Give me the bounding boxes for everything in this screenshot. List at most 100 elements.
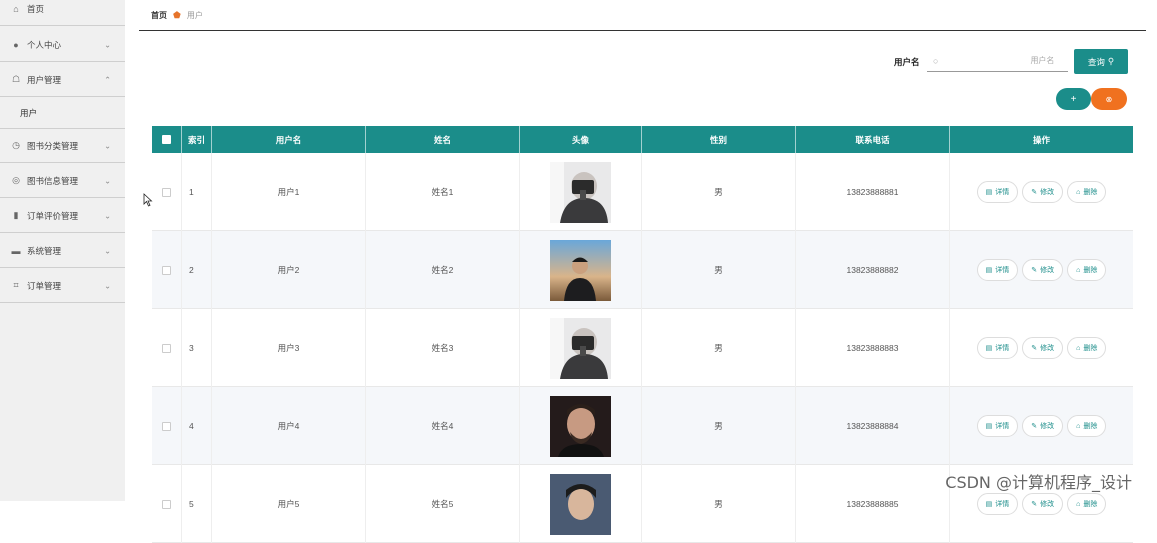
clock-icon: ◷ (12, 140, 20, 150)
search-label: 用户名 (894, 57, 920, 67)
cell-avatar (520, 387, 642, 465)
cell-name: 姓名5 (366, 465, 520, 543)
header-select-all[interactable] (152, 126, 182, 153)
table-row[interactable]: 2 用户2 姓名2 男 13823888882 ▤ 详情 ✎ 修改 ⌂ 删除 (152, 231, 1133, 309)
edit-button[interactable]: ✎ 修改 (1022, 337, 1064, 359)
edit-icon: ✎ (1031, 345, 1038, 352)
detail-button[interactable]: ▤ 详情 (976, 415, 1019, 437)
user-icon: ● (13, 39, 19, 50)
edit-button[interactable]: ✎ 修改 (1022, 181, 1064, 203)
header-name: 姓名 (366, 126, 520, 153)
cell-username: 用户1 (212, 153, 366, 231)
home-icon: ⌂ (13, 3, 19, 14)
delete-icon: ⊗ (1105, 94, 1113, 104)
table-row[interactable]: 4 用户4 姓名4 男 13823888884 ▤ 详情 ✎ 修改 ⌂ 删除 (152, 387, 1133, 465)
sidebar-item-order-review[interactable]: ▮ 订单评价管理 ⌄ (0, 199, 125, 233)
cell-gender: 男 (642, 153, 796, 231)
document-icon: ▤ (985, 189, 993, 196)
breadcrumb-separator-icon: ⬟ (173, 10, 181, 20)
chevron-down-icon: ⌄ (104, 141, 111, 150)
breadcrumb-home[interactable]: 首页 (151, 10, 167, 21)
sidebar-item-home[interactable]: ⌂ 首页 (0, 0, 125, 26)
edit-button[interactable]: ✎ 修改 (1022, 493, 1064, 515)
crop-icon: ⌗ (13, 280, 19, 290)
search-icon: ○ (933, 55, 939, 66)
table-row[interactable]: 1 用户1 姓名1 男 13823888881 ▤ 详情 ✎ 修改 ⌂ 删除 (152, 153, 1133, 231)
cell-index: 5 (182, 465, 212, 543)
edit-button[interactable]: ✎ 修改 (1022, 259, 1064, 281)
row-checkbox[interactable] (162, 343, 171, 353)
breadcrumb-current: 用户 (186, 11, 203, 20)
sidebar-item-label: 系统管理 (27, 245, 62, 256)
sidebar-item-system[interactable]: ▬ 系统管理 ⌄ (0, 234, 125, 268)
cell-phone: 13823888882 (796, 231, 950, 309)
sidebar-item-user-management[interactable]: ☖ 用户管理 ⌃ (0, 63, 125, 97)
batch-delete-button[interactable]: ⊗ (1091, 88, 1127, 110)
cell-name: 姓名2 (366, 231, 520, 309)
row-checkbox[interactable] (162, 187, 171, 197)
add-button[interactable]: + (1056, 88, 1091, 110)
table-header: 索引 用户名 姓名 头像 性别 联系电话 操作 (152, 126, 1133, 153)
sidebar-item-book-category[interactable]: ◷ 图书分类管理 ⌄ (0, 129, 125, 163)
select-all-checkbox[interactable] (162, 135, 171, 144)
delete-button[interactable]: ⌂ 删除 (1067, 493, 1107, 515)
avatar (550, 161, 611, 223)
cell-name: 姓名3 (366, 309, 520, 387)
header-gender: 性别 (642, 126, 796, 153)
document-icon: ▤ (985, 345, 993, 352)
sidebar-item-label: 订单评价管理 (27, 210, 79, 221)
search-button[interactable]: 查询 ⚲ (1074, 49, 1128, 74)
cell-name: 姓名4 (366, 387, 520, 465)
cell-gender: 男 (642, 309, 796, 387)
trash-icon: ⌂ (1076, 344, 1081, 352)
trash-icon: ⌂ (1076, 188, 1081, 196)
detail-button[interactable]: ▤ 详情 (976, 181, 1019, 203)
row-select-cell (152, 387, 182, 465)
detail-button[interactable]: ▤ 详情 (976, 259, 1019, 281)
edit-button[interactable]: ✎ 修改 (1022, 415, 1064, 437)
delete-button[interactable]: ⌂ 删除 (1067, 415, 1107, 437)
cell-gender: 男 (642, 387, 796, 465)
document-icon: ▤ (985, 267, 993, 274)
cell-gender: 男 (642, 231, 796, 309)
sidebar-item-book-info[interactable]: ◎ 图书信息管理 ⌄ (0, 164, 125, 198)
row-select-cell (152, 153, 182, 231)
trash-icon: ⌂ (1076, 422, 1081, 430)
cell-username: 用户4 (212, 387, 366, 465)
row-checkbox[interactable] (162, 265, 171, 275)
cell-name: 姓名1 (366, 153, 520, 231)
cell-index: 4 (182, 387, 212, 465)
detail-button-label: 详情 (995, 345, 1010, 352)
delete-button[interactable]: ⌂ 删除 (1067, 259, 1107, 281)
search-input[interactable] (944, 56, 1055, 65)
detail-button[interactable]: ▤ 详情 (976, 337, 1019, 359)
table-row[interactable]: 3 用户3 姓名3 男 13823888883 ▤ 详情 ✎ 修改 ⌂ 删除 (152, 309, 1133, 387)
trash-icon: ⌂ (1076, 500, 1081, 508)
search-icon: ⚲ (1107, 56, 1115, 66)
delete-button[interactable]: ⌂ 删除 (1067, 337, 1107, 359)
row-checkbox[interactable] (162, 421, 171, 431)
cell-phone: 13823888881 (796, 153, 950, 231)
chevron-down-icon: ⌄ (104, 40, 111, 49)
cell-username: 用户3 (212, 309, 366, 387)
header-phone: 联系电话 (796, 126, 950, 153)
document-icon: ▤ (985, 501, 993, 508)
avatar (550, 317, 611, 379)
edit-icon: ✎ (1031, 189, 1038, 196)
avatar (550, 239, 611, 301)
cell-actions: ▤ 详情 ✎ 修改 ⌂ 删除 (950, 309, 1133, 387)
sidebar-subitem-users[interactable]: 用户 (0, 97, 125, 129)
cell-avatar (520, 309, 642, 387)
detail-button-label: 详情 (995, 189, 1010, 196)
sidebar-item-orders[interactable]: ⌗ 订单管理 ⌄ (0, 269, 125, 303)
cell-username: 用户5 (212, 465, 366, 543)
delete-button-label: 删除 (1083, 345, 1098, 352)
detail-button[interactable]: ▤ 详情 (976, 493, 1019, 515)
sidebar-item-label: 首页 (27, 3, 45, 14)
delete-button[interactable]: ⌂ 删除 (1067, 181, 1107, 203)
detail-button-label: 详情 (995, 267, 1010, 274)
sidebar-item-personal-center[interactable]: ● 个人中心 ⌄ (0, 28, 125, 62)
edit-icon: ✎ (1031, 423, 1038, 430)
row-select-cell (152, 465, 182, 543)
header-actions: 操作 (1032, 134, 1050, 145)
